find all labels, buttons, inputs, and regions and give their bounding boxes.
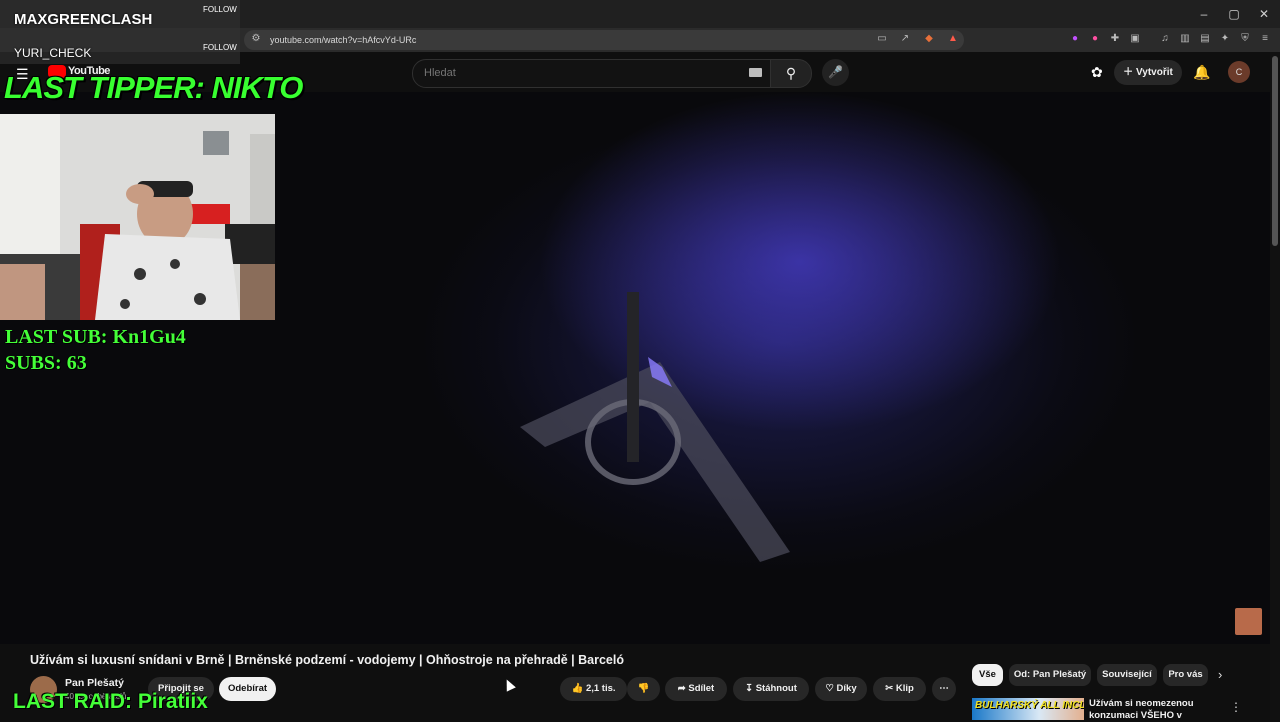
sidebar-icon[interactable]: ▥ bbox=[1178, 32, 1192, 46]
video-menu-icon[interactable]: ⋮ bbox=[1230, 700, 1242, 714]
thumbs-up-icon: 👍 bbox=[571, 683, 586, 694]
create-label: Vytvořit bbox=[1135, 67, 1173, 78]
thanks-icon: ♡ bbox=[825, 683, 837, 694]
download-button[interactable]: ↧ Stáhnout bbox=[733, 677, 809, 701]
share-page-icon[interactable]: ↗ bbox=[898, 32, 912, 46]
account-avatar[interactable]: C bbox=[1228, 61, 1250, 83]
like-count: 2,1 tis. bbox=[585, 683, 616, 694]
video-title: Užívám si luxusní snídani v Brně | Brněn… bbox=[30, 653, 624, 667]
extensions-puzzle-icon[interactable]: ✚ bbox=[1108, 32, 1122, 46]
leo-ai-icon[interactable]: ✦ bbox=[1218, 32, 1232, 46]
clip-label: Klip bbox=[895, 683, 914, 694]
share-label: Sdílet bbox=[688, 683, 715, 694]
close-window-button[interactable]: ✕ bbox=[1250, 4, 1278, 24]
site-info-icon[interactable]: ⚙ bbox=[249, 32, 263, 46]
create-button[interactable]: ＋ Vytvořit bbox=[1114, 60, 1182, 85]
thanks-label: Díky bbox=[836, 683, 857, 694]
recommended-video-title[interactable]: Užívám si neomezenou konzumaci VŠEHO v bbox=[1089, 698, 1229, 722]
subs-count-overlay: SUBS: 63 bbox=[5, 352, 87, 374]
chip-related[interactable]: Související bbox=[1097, 664, 1157, 686]
microphone-icon[interactable]: 🎤 bbox=[822, 59, 849, 86]
last-raid-overlay: LAST RAID: Piratiix bbox=[13, 690, 208, 713]
dislike-button[interactable]: 👎 bbox=[627, 677, 660, 701]
scissors-icon: ✂ bbox=[885, 683, 896, 694]
download-icon: ↧ bbox=[745, 683, 756, 694]
follow-label-1: FOLLOW bbox=[203, 5, 237, 14]
tab-icon[interactable]: ▣ bbox=[1128, 32, 1142, 46]
channel-name[interactable]: Pan Plešatý bbox=[65, 677, 124, 689]
subscribe-button[interactable]: Odebírat bbox=[219, 677, 276, 701]
keyboard-icon[interactable] bbox=[749, 68, 762, 77]
mouse-cursor-icon bbox=[502, 677, 516, 692]
thanks-button[interactable]: ♡ Díky bbox=[815, 677, 867, 701]
rewards-icon[interactable]: ▲ bbox=[946, 32, 960, 46]
like-button[interactable]: 👍 2,1 tis. bbox=[560, 677, 627, 701]
extension-icon-1[interactable]: ● bbox=[1068, 32, 1082, 46]
webcam-image bbox=[0, 114, 275, 320]
notifications-bell-icon[interactable]: 🔔 bbox=[1193, 64, 1210, 81]
premium-badge-icon[interactable]: ✿ bbox=[1091, 64, 1103, 81]
search-input[interactable] bbox=[422, 63, 726, 83]
channel-watermark[interactable] bbox=[1235, 608, 1262, 635]
share-icon: ➦ bbox=[677, 683, 689, 694]
download-label: Stáhnout bbox=[755, 683, 797, 694]
share-button[interactable]: ➦ Sdílet bbox=[665, 677, 727, 701]
vpn-shield-icon[interactable]: ⛨ bbox=[1238, 32, 1252, 46]
recommended-video-thumbnail[interactable]: BULHARSKÝ ALL INCLUSIVE bbox=[972, 698, 1084, 720]
minimize-button[interactable]: – bbox=[1190, 4, 1218, 24]
last-sub-overlay: LAST SUB: Kn1Gu4 bbox=[5, 326, 186, 348]
brave-shield-icon[interactable]: ◆ bbox=[922, 32, 936, 46]
last-tipper-overlay: LAST TIPPER: NIKTO bbox=[4, 70, 303, 105]
chip-all[interactable]: Vše bbox=[972, 664, 1003, 686]
chip-from-channel[interactable]: Od: Pan Plešatý bbox=[1009, 664, 1091, 686]
search-button[interactable]: ⚲ bbox=[770, 59, 812, 88]
follow-label-2: FOLLOW bbox=[203, 43, 237, 52]
chip-for-you[interactable]: Pro vás bbox=[1163, 664, 1208, 686]
clip-button[interactable]: ✂ Klip bbox=[873, 677, 926, 701]
scrollbar-thumb[interactable] bbox=[1272, 56, 1278, 246]
wallet-icon[interactable]: ▤ bbox=[1198, 32, 1212, 46]
more-actions-button[interactable]: ⋯ bbox=[932, 677, 956, 701]
follower-name-2: YURI_CHECK bbox=[14, 46, 92, 60]
music-icon[interactable]: ♫ bbox=[1158, 32, 1172, 46]
screen-icon[interactable]: ▭ bbox=[875, 32, 889, 46]
thumbnail-text: BULHARSKÝ ALL INCLUSIVE bbox=[975, 700, 1084, 711]
browser-menu-icon[interactable]: ≡ bbox=[1258, 32, 1272, 46]
maximize-button[interactable]: ▢ bbox=[1220, 4, 1248, 24]
plus-icon: ＋ bbox=[1123, 67, 1136, 78]
extension-icon-2[interactable]: ● bbox=[1088, 32, 1102, 46]
chevron-right-icon[interactable]: › bbox=[1218, 667, 1222, 682]
url-text[interactable]: youtube.com/watch?v=hAfcvYd-URc bbox=[270, 33, 416, 47]
thumbs-down-icon: 👎 bbox=[637, 683, 650, 694]
webcam-feed bbox=[0, 114, 275, 320]
follower-name-1: MAXGREENCLASH bbox=[14, 11, 153, 28]
